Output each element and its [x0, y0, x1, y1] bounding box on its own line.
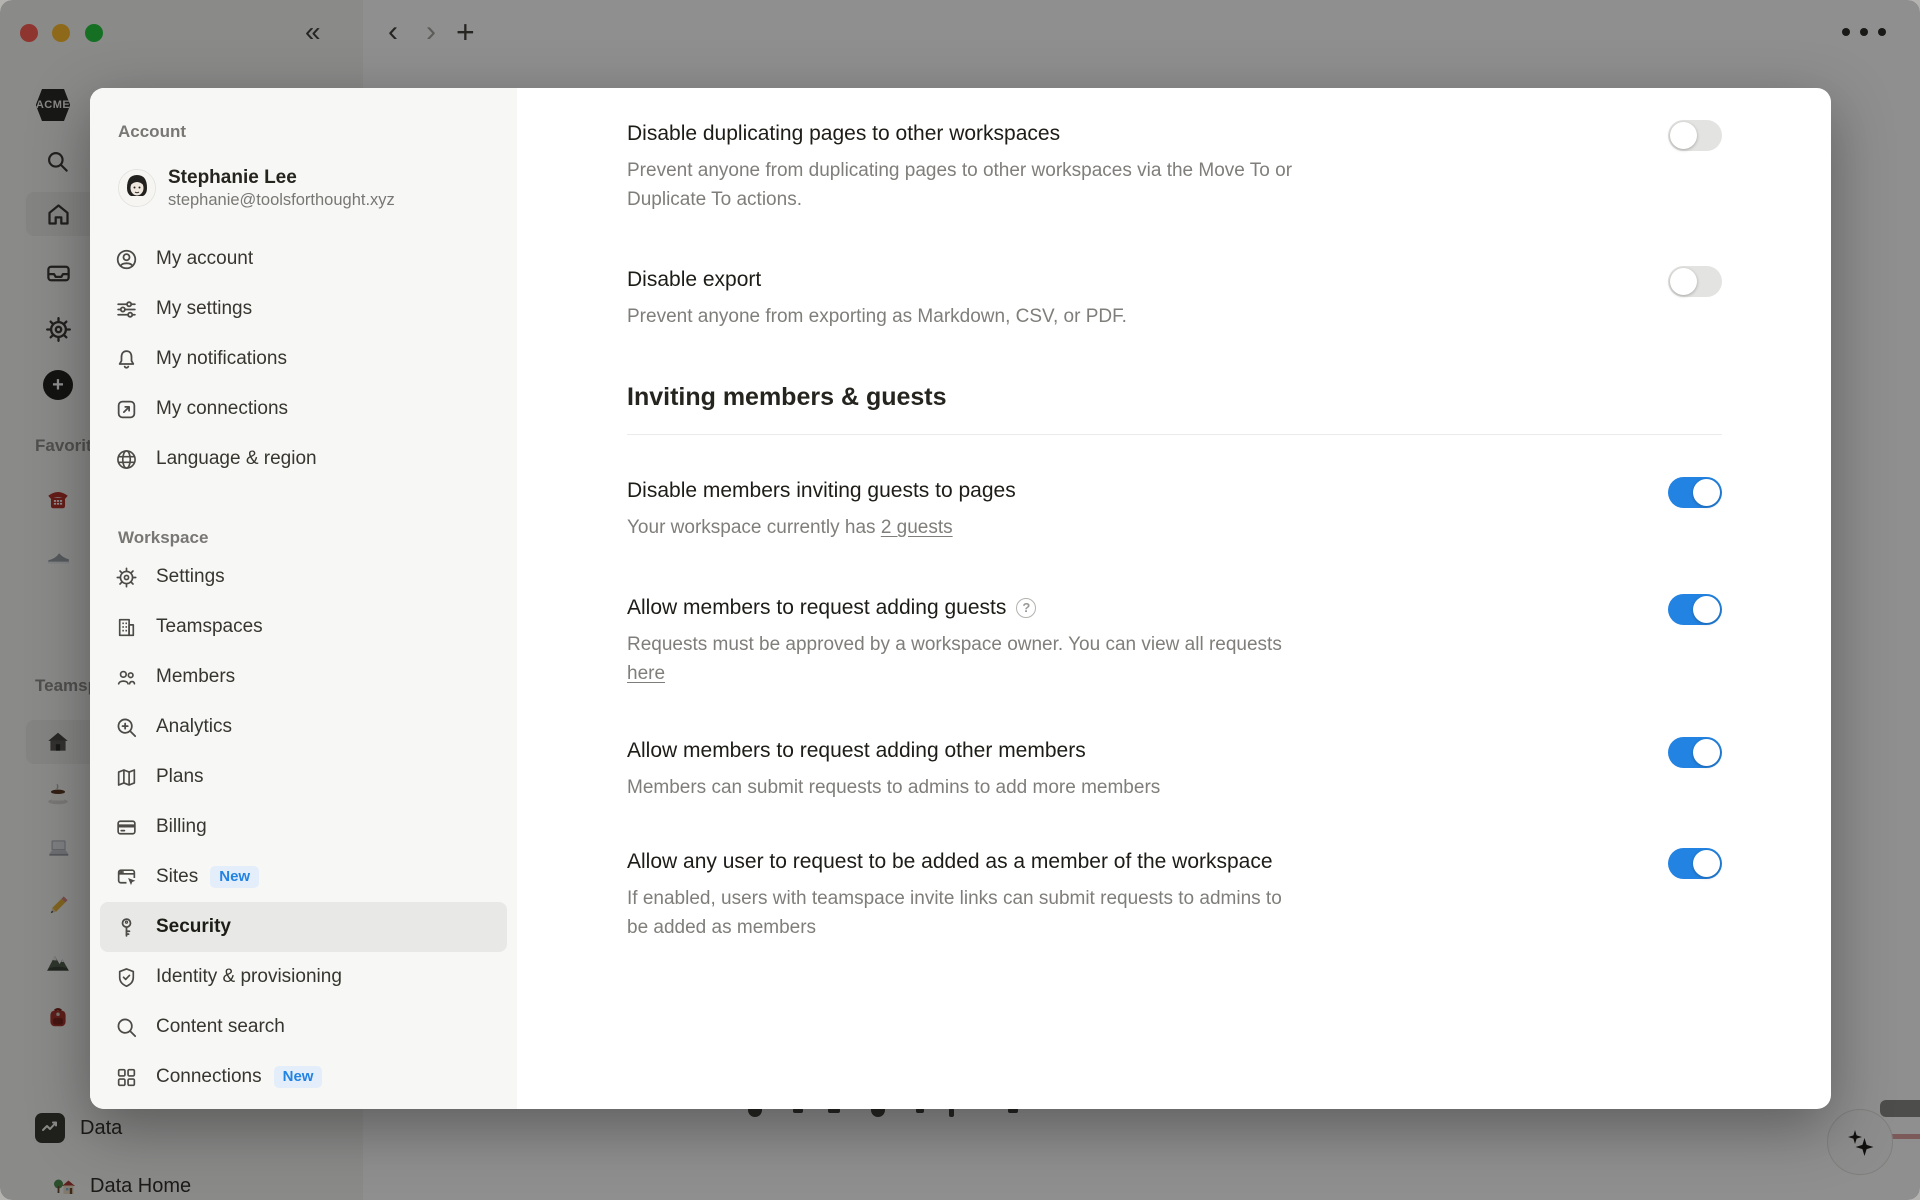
- avatar: [118, 169, 156, 207]
- sidebar-item-my-account[interactable]: My account: [100, 234, 507, 284]
- globe-icon: [114, 447, 138, 471]
- map-icon: [114, 765, 138, 789]
- setting-description: If enabled, users with teamspace invite …: [627, 884, 1282, 942]
- building-icon: [114, 615, 138, 639]
- guests-count-link[interactable]: 2 guests: [881, 517, 953, 538]
- sidebar-item-my-notifications[interactable]: My notifications: [100, 334, 507, 384]
- sidebar-item-security[interactable]: Security: [100, 902, 507, 952]
- credit-card-icon: [114, 815, 138, 839]
- workspace-section-header: Workspace: [90, 524, 517, 552]
- bell-icon: [114, 347, 138, 371]
- setting-title: Allow members to request adding guests?: [627, 594, 1282, 622]
- account-items: My account My settings My notifications …: [90, 234, 517, 484]
- setting-title: Allow any user to request to be added as…: [627, 848, 1282, 876]
- screen: ACME + Favorites: [0, 0, 1920, 1200]
- setting-disable-export: Disable export Prevent anyone from expor…: [627, 266, 1722, 331]
- toggle-knob: [1670, 268, 1697, 295]
- user-name: Stephanie Lee: [168, 166, 395, 190]
- section-divider: [627, 434, 1722, 435]
- security-settings-panel: Disable duplicating pages to other works…: [517, 88, 1831, 1109]
- shield-check-icon: [114, 965, 138, 989]
- toggle-request-members[interactable]: [1668, 737, 1722, 768]
- section-heading-inviting: Inviting members & guests: [627, 381, 1722, 413]
- setting-description: Your workspace currently has 2 guests: [627, 513, 1016, 542]
- toggle-knob: [1693, 479, 1720, 506]
- person-circle-icon: [114, 247, 138, 271]
- account-user-row[interactable]: Stephanie Lee stephanie@toolsforthought.…: [90, 160, 517, 216]
- workspace-items: Settings Teamspaces Members Analytics Pl…: [90, 552, 517, 1102]
- user-email: stephanie@toolsforthought.xyz: [168, 190, 395, 211]
- setting-disable-guest-invites: Disable members inviting guests to pages…: [627, 477, 1722, 542]
- setting-description: Prevent anyone from duplicating pages to…: [627, 156, 1292, 214]
- setting-title: Allow members to request adding other me…: [627, 737, 1160, 765]
- browser-cursor-icon: [114, 865, 138, 889]
- sidebar-item-plans[interactable]: Plans: [100, 752, 507, 802]
- sidebar-item-connections[interactable]: Connections New: [100, 1052, 507, 1102]
- magnifier-icon: [114, 1015, 138, 1039]
- toggle-disable-duplicating[interactable]: [1668, 120, 1722, 151]
- help-icon[interactable]: ?: [1016, 598, 1036, 618]
- magnifier-plus-icon: [114, 715, 138, 739]
- sidebar-item-identity-provisioning[interactable]: Identity & provisioning: [100, 952, 507, 1002]
- sidebar-item-analytics[interactable]: Analytics: [100, 702, 507, 752]
- setting-title: Disable export: [627, 266, 1127, 294]
- toggle-disable-guest-invites[interactable]: [1668, 477, 1722, 508]
- setting-any-user-request: Allow any user to request to be added as…: [627, 848, 1722, 942]
- grid-icon: [114, 1065, 138, 1089]
- key-icon: [114, 915, 138, 939]
- sidebar-item-settings[interactable]: Settings: [100, 552, 507, 602]
- setting-title: Disable duplicating pages to other works…: [627, 120, 1292, 148]
- app-window: ACME + Favorites: [0, 0, 1920, 1200]
- sliders-icon: [114, 297, 138, 321]
- setting-disable-duplicating: Disable duplicating pages to other works…: [627, 120, 1722, 214]
- sidebar-item-language-region[interactable]: Language & region: [100, 434, 507, 484]
- sidebar-item-teamspaces[interactable]: Teamspaces: [100, 602, 507, 652]
- new-badge: New: [274, 1066, 323, 1088]
- new-badge: New: [210, 866, 259, 888]
- sidebar-item-sites[interactable]: Sites New: [100, 852, 507, 902]
- setting-title: Disable members inviting guests to pages: [627, 477, 1016, 505]
- account-section-header: Account: [90, 118, 517, 146]
- toggle-request-guests[interactable]: [1668, 594, 1722, 625]
- setting-description: Members can submit requests to admins to…: [627, 773, 1160, 802]
- sidebar-item-billing[interactable]: Billing: [100, 802, 507, 852]
- toggle-knob: [1693, 850, 1720, 877]
- setting-request-guests: Allow members to request adding guests? …: [627, 594, 1722, 688]
- toggle-disable-export[interactable]: [1668, 266, 1722, 297]
- sidebar-item-members[interactable]: Members: [100, 652, 507, 702]
- sidebar-item-my-settings[interactable]: My settings: [100, 284, 507, 334]
- sidebar-item-content-search[interactable]: Content search: [100, 1002, 507, 1052]
- gear-icon: [114, 565, 138, 589]
- requests-here-link[interactable]: here: [627, 663, 665, 684]
- settings-sidebar: Account Stephanie Lee stephanie@toolsfor…: [90, 88, 517, 1109]
- toggle-any-user-request[interactable]: [1668, 848, 1722, 879]
- settings-modal: Account Stephanie Lee stephanie@toolsfor…: [90, 88, 1831, 1109]
- toggle-knob: [1693, 739, 1720, 766]
- setting-description: Prevent anyone from exporting as Markdow…: [627, 302, 1127, 331]
- setting-description: Requests must be approved by a workspace…: [627, 630, 1282, 688]
- toggle-knob: [1670, 122, 1697, 149]
- toggle-knob: [1693, 596, 1720, 623]
- arrow-up-right-box-icon: [114, 397, 138, 421]
- setting-request-members: Allow members to request adding other me…: [627, 737, 1722, 802]
- sidebar-item-my-connections[interactable]: My connections: [100, 384, 507, 434]
- people-icon: [114, 665, 138, 689]
